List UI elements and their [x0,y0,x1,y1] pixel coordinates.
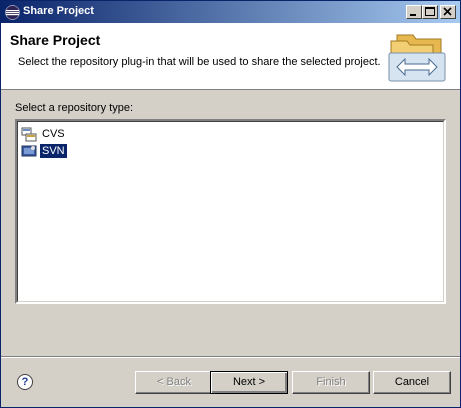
repository-type-list[interactable]: CVS SVN [15,119,446,304]
repository-list-frame: CVS SVN [17,121,444,302]
back-button[interactable]: < Back [135,371,213,394]
cvs-icon [21,127,37,142]
maximize-button[interactable] [422,5,438,19]
wizard-header: Share Project Select the repository plug… [1,23,460,90]
window-title: Share Project [23,5,94,17]
share-project-banner-icon [388,34,446,82]
svn-icon [21,145,37,157]
title-bar[interactable]: Share Project [1,1,460,23]
cvs-label: CVS [42,128,65,140]
minimize-icon [410,14,416,16]
eclipse-app-icon [5,5,20,20]
cancel-button[interactable]: Cancel [373,371,451,394]
share-project-dialog: Share Project Share Project Select the r… [0,0,461,408]
help-icon[interactable]: ? [17,374,33,390]
footer-separator [1,356,460,358]
svn-label: SVN [39,143,68,159]
minimize-button[interactable] [406,5,422,19]
repository-type-label: Select a repository type: [15,102,134,114]
next-button[interactable]: Next > [210,371,288,394]
close-button[interactable] [440,5,456,19]
close-icon [443,7,452,16]
maximize-icon [425,7,435,16]
page-title: Share Project [10,32,101,48]
finish-button[interactable]: Finish [292,371,370,394]
page-description: Select the repository plug-in that will … [18,56,381,68]
